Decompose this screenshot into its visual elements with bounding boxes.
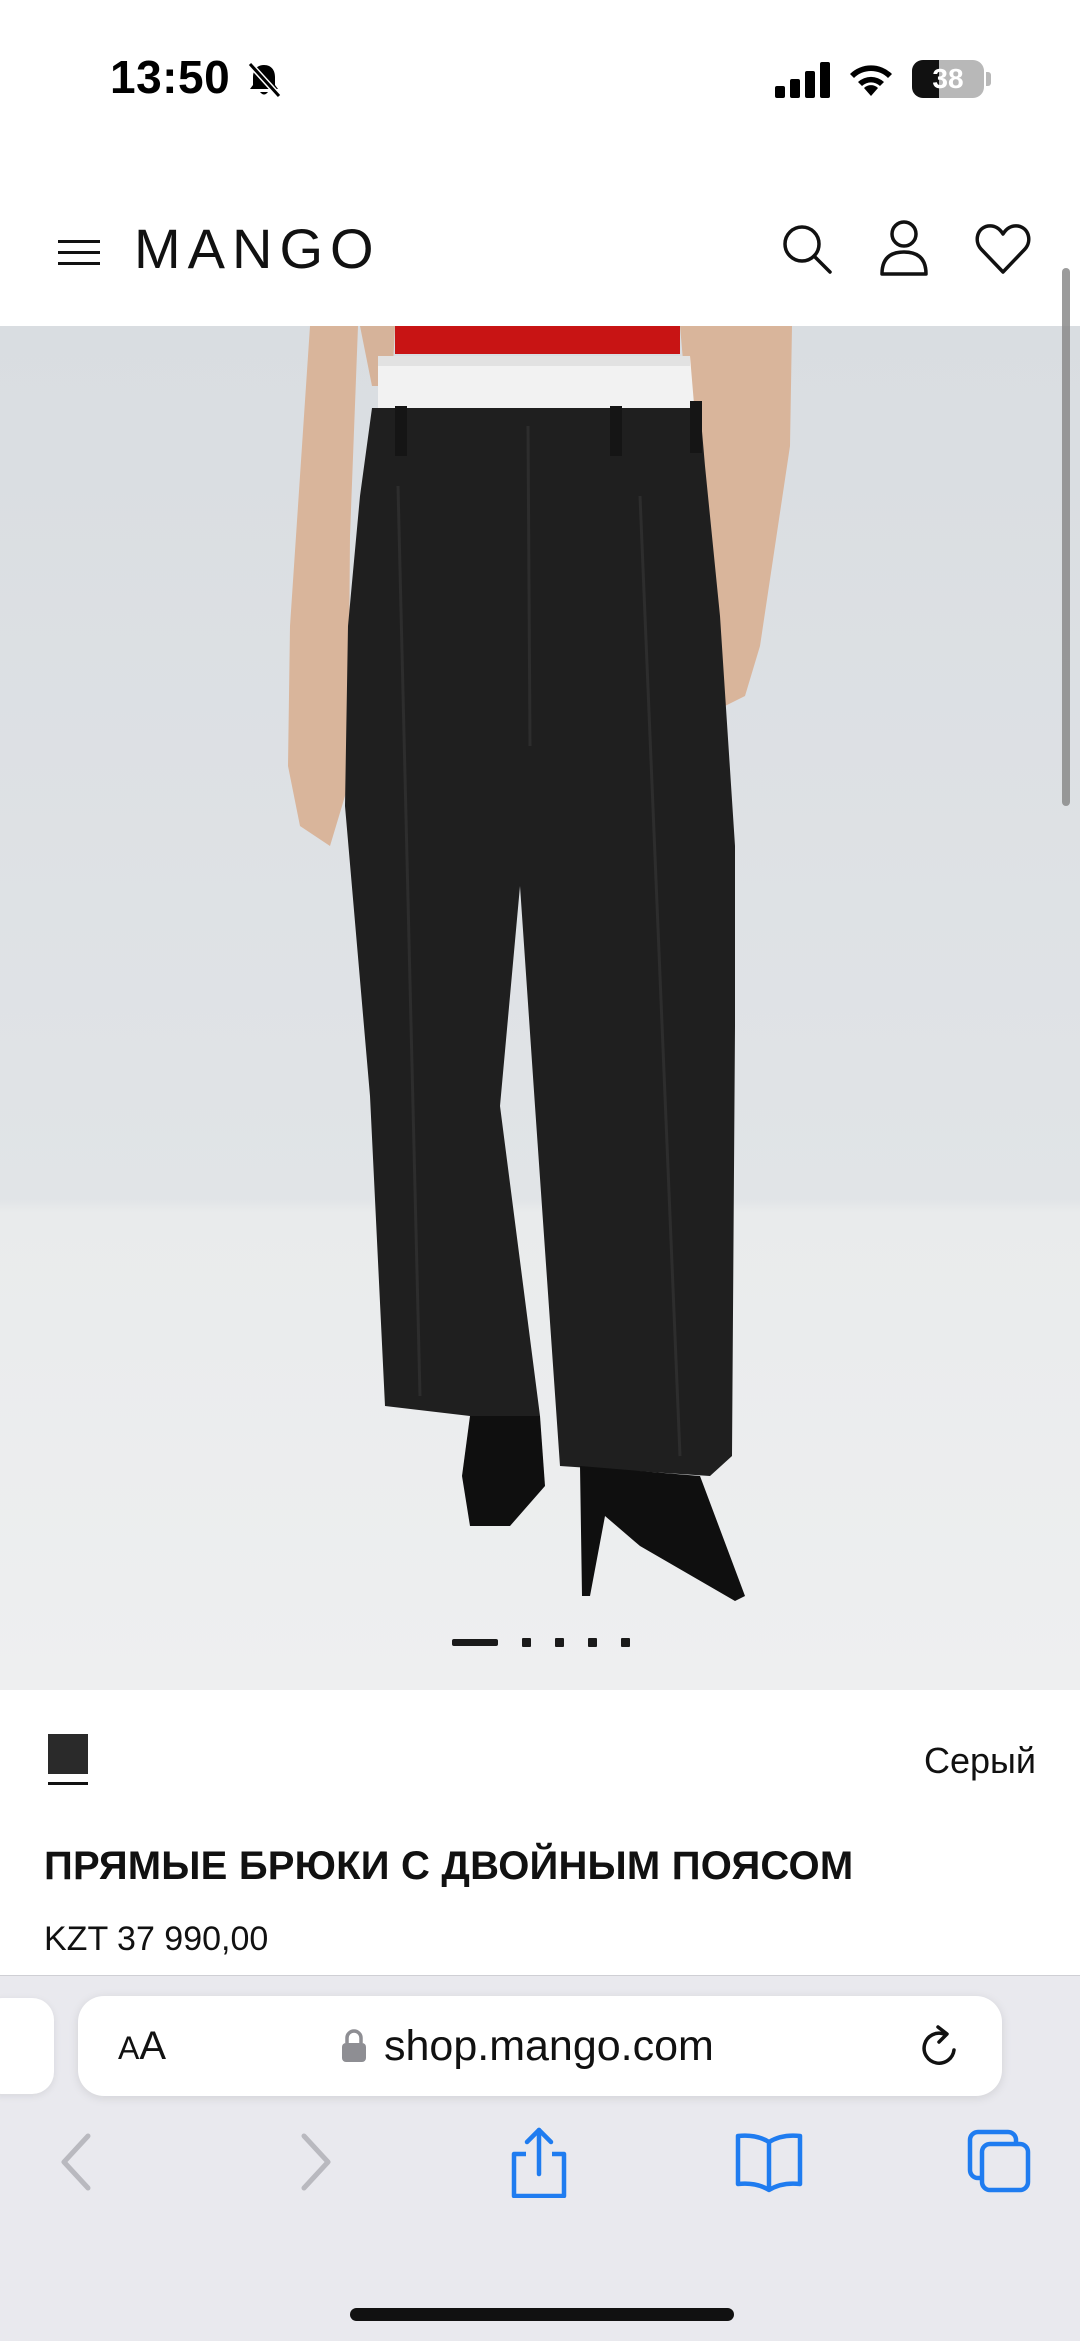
tabs-icon[interactable] xyxy=(964,2126,1034,2198)
reload-icon[interactable] xyxy=(916,2022,964,2072)
url-text[interactable]: shop.mango.com xyxy=(384,2018,714,2074)
battery-indicator: 38 xyxy=(912,60,991,98)
status-time: 13:50 xyxy=(110,51,231,103)
product-price: KZT 37 990,00 xyxy=(44,1920,269,1958)
carousel-dots[interactable] xyxy=(452,1636,632,1648)
aa-large-label: A xyxy=(139,2024,167,2068)
heart-icon[interactable] xyxy=(974,220,1032,276)
carousel-dot-active[interactable] xyxy=(452,1639,498,1646)
back-icon[interactable] xyxy=(44,2126,114,2198)
cellular-signal-icon xyxy=(775,62,830,98)
product-photo xyxy=(0,326,1080,1690)
wifi-icon xyxy=(850,65,892,96)
browser-toolbar xyxy=(0,2126,1080,2216)
carousel-dot[interactable] xyxy=(522,1638,531,1647)
page-scrollbar[interactable] xyxy=(1062,268,1070,806)
product-image[interactable] xyxy=(0,326,1080,1690)
carousel-dot[interactable] xyxy=(555,1638,564,1647)
battery-body: 38 xyxy=(912,60,984,98)
lock-icon xyxy=(342,2029,366,2062)
carousel-dot[interactable] xyxy=(588,1638,597,1647)
address-bar[interactable]: AA shop.mango.com xyxy=(78,1996,1002,2096)
user-icon[interactable] xyxy=(876,218,932,278)
battery-percent: 38 xyxy=(932,63,964,94)
page: 13:50 38 MANGO Серый ПРЯМЫЕ БРЮКИ С ДВОЙ… xyxy=(0,0,1080,2341)
browser-bar: AA shop.mango.com xyxy=(0,1975,1080,2341)
previous-tab-peek[interactable] xyxy=(0,1998,54,2094)
forward-icon[interactable] xyxy=(278,2126,348,2198)
share-icon[interactable] xyxy=(504,2126,574,2198)
color-swatch-selected-indicator xyxy=(48,1782,88,1785)
product-title: ПРЯМЫЕ БРЮКИ С ДВОЙНЫМ ПОЯСОМ xyxy=(44,1844,854,1888)
aa-small-label: A xyxy=(118,2030,140,2066)
product-info: Серый ПРЯМЫЕ БРЮКИ С ДВОЙНЫМ ПОЯСОМ KZT … xyxy=(0,1690,1080,1975)
status-bar: 13:50 38 xyxy=(0,0,1080,160)
menu-icon[interactable] xyxy=(56,230,102,276)
site-header: MANGO xyxy=(0,190,1080,326)
bell-muted-icon xyxy=(247,61,282,99)
brand-logo[interactable]: MANGO xyxy=(134,216,381,281)
color-swatch[interactable] xyxy=(48,1734,88,1774)
battery-tip xyxy=(986,72,991,86)
home-indicator[interactable] xyxy=(350,2308,734,2321)
search-icon[interactable] xyxy=(778,220,834,276)
color-name: Серый xyxy=(923,1740,1036,1781)
text-size-button[interactable]: AA xyxy=(118,2018,166,2074)
carousel-dot[interactable] xyxy=(621,1638,630,1647)
bookmarks-icon[interactable] xyxy=(734,2126,804,2198)
